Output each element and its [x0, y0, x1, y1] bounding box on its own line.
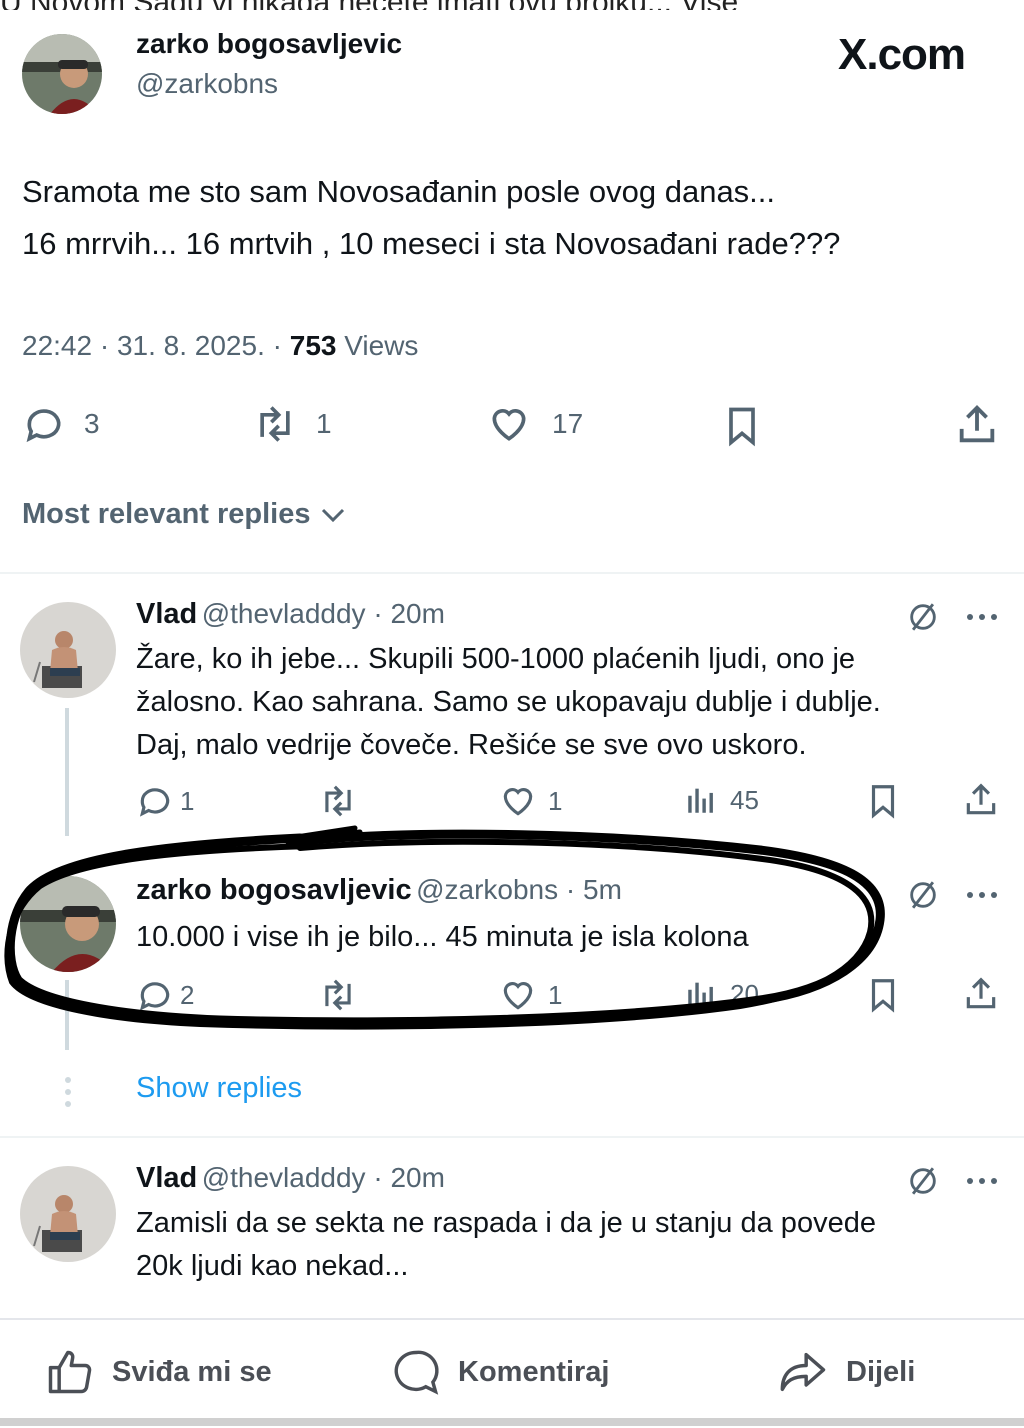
reply-share-action[interactable]: [962, 974, 1000, 1014]
share-label: Dijeli: [846, 1355, 916, 1388]
bookmark-icon: [729, 407, 755, 447]
tweet-meta: 22:42 · 31. 8. 2025. · 753 Views: [22, 330, 418, 362]
reply-views-count: 45: [730, 784, 759, 815]
more-button[interactable]: [964, 1166, 1000, 1201]
grok-button[interactable]: [906, 1164, 940, 1203]
reply-avatar[interactable]: [20, 1166, 116, 1262]
reply-like-count: 1: [548, 785, 563, 816]
reply-text-line: Daj, malo vedrije čoveče. Rešiće se sve …: [136, 729, 807, 761]
bottom-strip: [0, 1418, 1024, 1426]
divider: [0, 1136, 1024, 1138]
vertical-dots-icon: [65, 1077, 71, 1107]
reply-repost-action[interactable]: [316, 782, 360, 820]
repost-icon: [325, 785, 351, 817]
reply-icon: [139, 788, 170, 817]
reply-count: 3: [84, 408, 100, 439]
grok-icon: [910, 603, 936, 631]
views-label: Views: [344, 330, 419, 361]
show-replies-link[interactable]: Show replies: [136, 1072, 302, 1105]
grok-icon: [910, 1167, 936, 1195]
more-icon: [967, 892, 997, 898]
reply-action[interactable]: 3: [22, 402, 100, 446]
author-name[interactable]: zarko bogosavljevic: [136, 28, 402, 60]
share-button[interactable]: Dijeli: [778, 1346, 915, 1398]
author-handle[interactable]: @zarkobns: [136, 68, 278, 100]
reply-text-line: 20k ljudi kao nekad...: [136, 1250, 409, 1282]
like-button[interactable]: Sviđa mi se: [44, 1346, 272, 1398]
x-logo: X.com: [838, 30, 966, 79]
reply-author-name[interactable]: Vlad: [136, 1162, 197, 1194]
share-icon: [966, 783, 996, 815]
tweet-text-line: 16 mrrvih... 16 mrtvih , 10 meseci i sta…: [22, 226, 841, 261]
reply-bookmark-action[interactable]: [864, 780, 902, 822]
views-icon: [688, 788, 713, 813]
share-icon: [966, 977, 996, 1009]
reply-author-name[interactable]: Vlad: [136, 598, 197, 630]
reply-text: Žare, ko ih jebe... Skupili 500-1000 pla…: [136, 638, 1006, 767]
thumbs-up-icon: [48, 1350, 92, 1394]
bookmark-icon: [871, 785, 895, 819]
divider: [0, 572, 1024, 574]
more-icon: [967, 1178, 997, 1184]
reply-header: Vlad @thevladddy · 20m: [136, 598, 445, 631]
comment-button[interactable]: Komentiraj: [390, 1346, 609, 1398]
views-count: 753: [289, 330, 337, 361]
reply-header: Vlad @thevladddy · 20m: [136, 1162, 445, 1195]
replies-sort-dropdown[interactable]: Most relevant replies: [22, 498, 347, 531]
reply-text-line: žalosno. Kao sahrana. Samo se ukopavaju …: [136, 686, 881, 718]
like-count: 17: [552, 408, 584, 439]
more-icon: [967, 614, 997, 620]
reply-author-handle[interactable]: @thevladddy · 20m: [202, 1162, 445, 1193]
like-icon: [492, 409, 526, 441]
more-button[interactable]: [964, 602, 1000, 637]
grok-button[interactable]: [906, 600, 940, 639]
comment-bubble-icon: [394, 1350, 439, 1395]
reply-icon: [26, 409, 61, 443]
chevron-down-icon: [321, 508, 344, 522]
grok-icon: [910, 881, 936, 909]
replies-sort-label: Most relevant replies: [22, 498, 311, 530]
tweet-text-line: Sramota me sto sam Novosađanin posle ovo…: [22, 174, 776, 209]
reply-like-action[interactable]: 1: [498, 782, 562, 820]
reply-comment-action[interactable]: 1: [136, 782, 194, 820]
author-avatar[interactable]: [22, 34, 102, 114]
repost-action[interactable]: 1: [250, 402, 332, 446]
reply-share-action[interactable]: [962, 780, 1000, 820]
bookmark-action[interactable]: [720, 402, 764, 450]
thread-line: [65, 708, 69, 836]
share-action[interactable]: [954, 402, 1000, 448]
reply-avatar[interactable]: [20, 602, 116, 698]
grok-button[interactable]: [906, 878, 940, 917]
share-arrow-icon: [780, 1352, 826, 1392]
hand-drawn-circle: [4, 825, 885, 1030]
facebook-action-bar: Sviđa mi se Komentiraj Dijeli: [0, 1318, 1024, 1428]
reply-text: Zamisli da se sekta ne raspada i da je u…: [136, 1202, 1006, 1288]
reply-text-line: Zamisli da se sekta ne raspada i da je u…: [136, 1207, 876, 1239]
like-label: Sviđa mi se: [112, 1355, 272, 1388]
repost-count: 1: [316, 408, 332, 439]
like-icon: [503, 788, 533, 816]
like-action[interactable]: 17: [486, 402, 583, 446]
more-button[interactable]: [964, 880, 1000, 915]
tweet-timestamp[interactable]: 22:42 · 31. 8. 2025. ·: [22, 330, 282, 361]
reply-author-handle[interactable]: @thevladddy · 20m: [202, 598, 445, 629]
repost-icon: [260, 406, 290, 442]
thread-dots: [62, 1076, 74, 1113]
reply-views-action[interactable]: 45: [684, 782, 759, 818]
tweet-text: Sramota me sto sam Novosađanin posle ovo…: [22, 166, 1012, 270]
cropped-header-text: U Novom Sadu vi nikada necete imati ovu …: [0, 0, 1024, 10]
comment-label: Komentiraj: [458, 1355, 610, 1388]
reply-comment-count: 1: [180, 785, 195, 816]
reply-text-line: Žare, ko ih jebe... Skupili 500-1000 pla…: [136, 643, 856, 675]
share-icon: [959, 405, 995, 443]
